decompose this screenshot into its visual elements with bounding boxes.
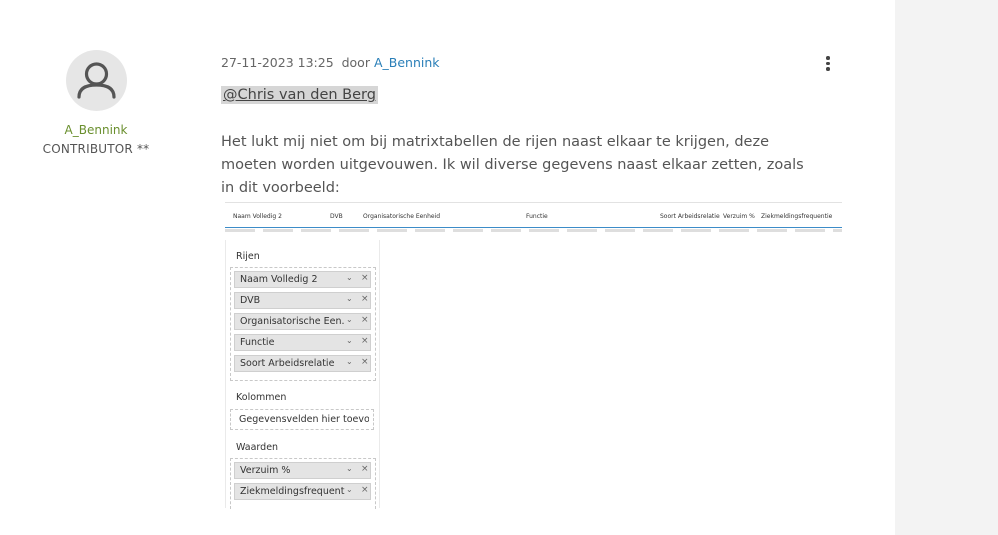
author-rank: CONTRIBUTOR ** <box>42 142 150 156</box>
field-label: Organisatorische Een... <box>240 316 345 327</box>
table-header-cell: Soort Arbeidsrelatie <box>660 213 720 220</box>
author-card: A_Bennink CONTRIBUTOR ** <box>40 50 152 156</box>
table-header-cell: Ziekmeldingsfrequentie <box>761 213 833 220</box>
user-icon <box>76 62 116 99</box>
post-author-link[interactable]: A_Bennink <box>374 55 440 70</box>
values-well[interactable]: Verzuim % ⌄ × Ziekmeldingsfrequentie ⌄ × <box>230 458 376 509</box>
field-pill[interactable]: Verzuim % ⌄ × <box>234 462 371 479</box>
chevron-down-icon[interactable]: ⌄ <box>346 315 353 324</box>
values-section-label: Waarden <box>236 442 279 453</box>
field-pill[interactable]: Organisatorische Een... ⌄ × <box>234 313 371 330</box>
field-label: Functie <box>240 337 275 348</box>
close-icon[interactable]: × <box>361 485 369 495</box>
field-label: Soort Arbeidsrelatie <box>240 358 335 369</box>
table-header-cell: Functie <box>526 213 548 220</box>
chevron-down-icon[interactable]: ⌄ <box>346 294 353 303</box>
right-sidebar-gutter <box>895 0 998 535</box>
embedded-screenshot: Naam Volledig 2 DVB Organisatorische Een… <box>225 202 842 509</box>
user-mention[interactable]: @Chris van den Berg <box>221 86 378 104</box>
columns-drop-zone[interactable]: Gegevensvelden hier toevo... <box>230 409 374 430</box>
rows-section-label: Rijen <box>236 251 260 262</box>
chevron-down-icon[interactable]: ⌄ <box>346 336 353 345</box>
field-pill[interactable]: DVB ⌄ × <box>234 292 371 309</box>
field-pill[interactable]: Ziekmeldingsfrequentie ⌄ × <box>234 483 371 500</box>
close-icon[interactable]: × <box>361 464 369 474</box>
post-by-label: door <box>341 55 370 70</box>
avatar[interactable] <box>65 50 127 111</box>
close-icon[interactable]: × <box>361 357 369 367</box>
columns-section-label: Kolommen <box>236 392 287 403</box>
close-icon[interactable]: × <box>361 294 369 304</box>
close-icon[interactable]: × <box>361 273 369 283</box>
field-pill[interactable]: Functie ⌄ × <box>234 334 371 351</box>
close-icon[interactable]: × <box>361 315 369 325</box>
post-meta: 27-11-2023 13:25 door A_Bennink <box>221 55 440 70</box>
table-header-cell: Naam Volledig 2 <box>233 213 282 220</box>
chevron-down-icon[interactable]: ⌄ <box>346 485 353 494</box>
author-name[interactable]: A_Bennink <box>40 123 152 137</box>
field-label: DVB <box>240 295 261 306</box>
chevron-down-icon[interactable]: ⌄ <box>346 273 353 282</box>
post-options-menu-button[interactable] <box>818 54 838 74</box>
table-header-cell: DVB <box>330 213 343 220</box>
drop-zone-placeholder: Gegevensvelden hier toevo... <box>239 414 369 425</box>
table-row <box>225 229 842 232</box>
close-icon[interactable]: × <box>361 336 369 346</box>
field-label: Ziekmeldingsfrequentie <box>240 486 345 497</box>
kebab-icon <box>826 56 830 60</box>
chevron-down-icon[interactable]: ⌄ <box>346 464 353 473</box>
table-header-cell: Organisatorische Eenheid <box>363 213 441 220</box>
post-date: 27-11-2023 13:25 <box>221 55 334 70</box>
table-header-cell: Verzuim % <box>723 213 755 220</box>
header-divider <box>225 227 842 228</box>
matrix-table-preview: Naam Volledig 2 DVB Organisatorische Een… <box>225 202 842 233</box>
field-pill[interactable]: Soort Arbeidsrelatie ⌄ × <box>234 355 371 372</box>
field-label: Naam Volledig 2 <box>240 274 318 285</box>
field-pill[interactable]: Naam Volledig 2 ⌄ × <box>234 271 371 288</box>
chevron-down-icon[interactable]: ⌄ <box>346 357 353 366</box>
post-body: Het lukt mij niet om bij matrixtabellen … <box>221 134 804 196</box>
fields-pane: Rijen Naam Volledig 2 ⌄ × DVB ⌄ × Organi… <box>225 240 380 509</box>
field-label: Verzuim % <box>240 465 291 476</box>
rows-well[interactable]: Naam Volledig 2 ⌄ × DVB ⌄ × Organisatori… <box>230 267 376 381</box>
